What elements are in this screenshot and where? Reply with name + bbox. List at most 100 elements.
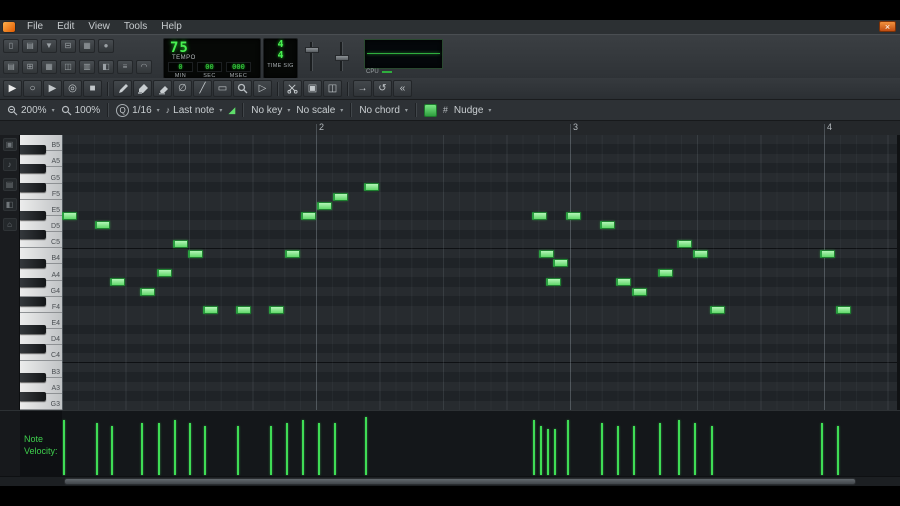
piano-key-D#5[interactable] — [20, 211, 46, 221]
undo-icon[interactable]: ↺ — [373, 80, 392, 97]
save-icon[interactable]: ▼ — [41, 39, 57, 53]
midi-note-F4[interactable] — [236, 306, 251, 315]
home-strip-icon[interactable]: ⌂ — [2, 218, 17, 231]
channel-icon[interactable]: ▣ — [2, 138, 17, 151]
scale-selector[interactable]: No scale ▾ — [296, 105, 343, 116]
menu-view[interactable]: View — [81, 20, 117, 34]
zoom-tool-magnifier-icon[interactable] — [233, 80, 252, 97]
midi-note-D#5[interactable] — [532, 211, 547, 220]
midi-note-D5[interactable] — [95, 221, 110, 230]
grid-color-tool[interactable]: # — [443, 105, 448, 115]
velocity-line[interactable] — [678, 420, 680, 475]
piano-key-C#4[interactable] — [20, 344, 46, 354]
piano-key-G#4[interactable] — [20, 277, 46, 287]
velocity-line[interactable] — [237, 426, 239, 475]
loop-record-button[interactable]: ◎ — [63, 80, 82, 97]
new-file-icon[interactable]: ▯ — [3, 39, 19, 53]
midi-note-A4[interactable] — [157, 268, 172, 277]
playlist-icon[interactable]: ▤ — [3, 60, 19, 74]
midi-note-G4[interactable] — [632, 287, 647, 296]
slider-knob[interactable] — [305, 47, 319, 53]
piano-key-F#5[interactable] — [20, 182, 46, 192]
paint-tool-brush-icon[interactable] — [133, 80, 152, 97]
velocity-line[interactable] — [286, 423, 288, 475]
velocity-line[interactable] — [318, 423, 320, 475]
chord-value[interactable]: No chord — [359, 105, 400, 116]
piano-key-C#5[interactable] — [20, 230, 46, 240]
menu-help[interactable]: Help — [154, 20, 189, 34]
h-zoom-value[interactable]: 200% — [21, 105, 47, 116]
midi-note-B4[interactable] — [285, 249, 300, 258]
open-file-icon[interactable]: ▤ — [22, 39, 38, 53]
scrollbar-thumb[interactable] — [64, 478, 856, 485]
delete-tool-eraser-icon[interactable] — [153, 80, 172, 97]
playback-tool[interactable]: ▷ — [253, 80, 272, 97]
midi-note-D5[interactable] — [600, 221, 615, 230]
paste-icon[interactable]: ◫ — [323, 80, 342, 97]
piano-key-G#5[interactable] — [20, 163, 46, 173]
midi-note-G#4[interactable] — [110, 278, 125, 287]
velocity-line[interactable] — [711, 426, 713, 475]
play-button[interactable]: ▶ — [3, 80, 22, 97]
midi-note-D#5[interactable] — [301, 211, 316, 220]
midi-note-G#4[interactable] — [546, 278, 561, 287]
midi-note-A#4[interactable] — [553, 259, 568, 268]
note-tool-value[interactable]: Last note — [173, 105, 214, 116]
piano-keyboard[interactable]: B5 A5 G5 F5 E5 D5 C5 B4 A4 G4 F4 E4 D4 C4 B3 A3 G3 — [20, 135, 62, 410]
piano-key-A#5[interactable] — [20, 144, 46, 154]
midi-note-A4[interactable] — [658, 268, 673, 277]
cut-scissors-icon[interactable] — [283, 80, 302, 97]
master-volume-slider[interactable] — [303, 40, 319, 74]
velocity-line[interactable] — [617, 426, 619, 475]
list-strip-icon[interactable]: ▤ — [2, 178, 17, 191]
nudge-value[interactable]: Nudge — [454, 105, 483, 116]
draw-tool-pencil-icon[interactable] — [113, 80, 132, 97]
velocity-line[interactable] — [63, 420, 65, 475]
midi-note-F#5[interactable] — [364, 183, 379, 192]
wave-icon[interactable]: ◠ — [136, 60, 152, 74]
piano-key-F#4[interactable] — [20, 296, 46, 306]
midi-note-F4[interactable] — [836, 306, 851, 315]
midi-note-B4[interactable] — [539, 249, 554, 258]
chord-selector[interactable]: No chord ▾ — [359, 105, 408, 116]
midi-note-E5[interactable] — [317, 202, 332, 211]
nudge-selector[interactable]: Nudge ▾ — [454, 105, 491, 116]
timesig-denominator[interactable]: 4 — [264, 50, 297, 61]
velocity-line[interactable] — [533, 420, 535, 475]
velocity-line[interactable] — [270, 426, 272, 475]
piano-key-G#3[interactable] — [20, 391, 46, 401]
v-zoom-value[interactable]: 100% — [75, 105, 101, 116]
copy-icon[interactable]: ▣ — [303, 80, 322, 97]
piano-key-A#4[interactable] — [20, 258, 46, 268]
piano-key-D#4[interactable] — [20, 325, 46, 335]
velocity-line[interactable] — [111, 426, 113, 475]
midi-note-C5[interactable] — [677, 240, 692, 249]
velocity-line[interactable] — [601, 423, 603, 475]
step-sequencer-icon[interactable]: ⊞ — [22, 60, 38, 74]
close-button[interactable]: × — [879, 21, 896, 32]
midi-note-B4[interactable] — [820, 249, 835, 258]
velocity-line[interactable] — [365, 417, 367, 475]
velocity-lines[interactable] — [62, 411, 897, 477]
velocity-line[interactable] — [694, 423, 696, 475]
velocity-line[interactable] — [334, 423, 336, 475]
note-grid[interactable] — [62, 135, 897, 410]
export-icon[interactable]: ⊟ — [60, 39, 76, 53]
velocity-line[interactable] — [547, 429, 549, 475]
settings-icon[interactable]: ≡ — [117, 60, 133, 74]
zoom-in-control[interactable]: 100% — [61, 105, 101, 116]
key-value[interactable]: No key — [251, 105, 282, 116]
timesig-numerator[interactable]: 4 — [264, 39, 297, 50]
velocity-line[interactable] — [633, 426, 635, 475]
midi-note-F5[interactable] — [333, 192, 348, 201]
tempo-value[interactable]: 75 — [170, 40, 189, 56]
rewind-icon[interactable]: « — [393, 80, 412, 97]
zoom-out-control[interactable]: 200% ▾ — [7, 105, 55, 116]
velocity-line[interactable] — [821, 423, 823, 475]
timeline-ruler[interactable]: 2 3 4 — [0, 121, 900, 136]
midi-note-B4[interactable] — [693, 249, 708, 258]
record-button[interactable]: ○ — [23, 80, 42, 97]
midi-note-F4[interactable] — [710, 306, 725, 315]
song-play-button[interactable]: ▶ — [43, 80, 62, 97]
velocity-line[interactable] — [96, 423, 98, 475]
